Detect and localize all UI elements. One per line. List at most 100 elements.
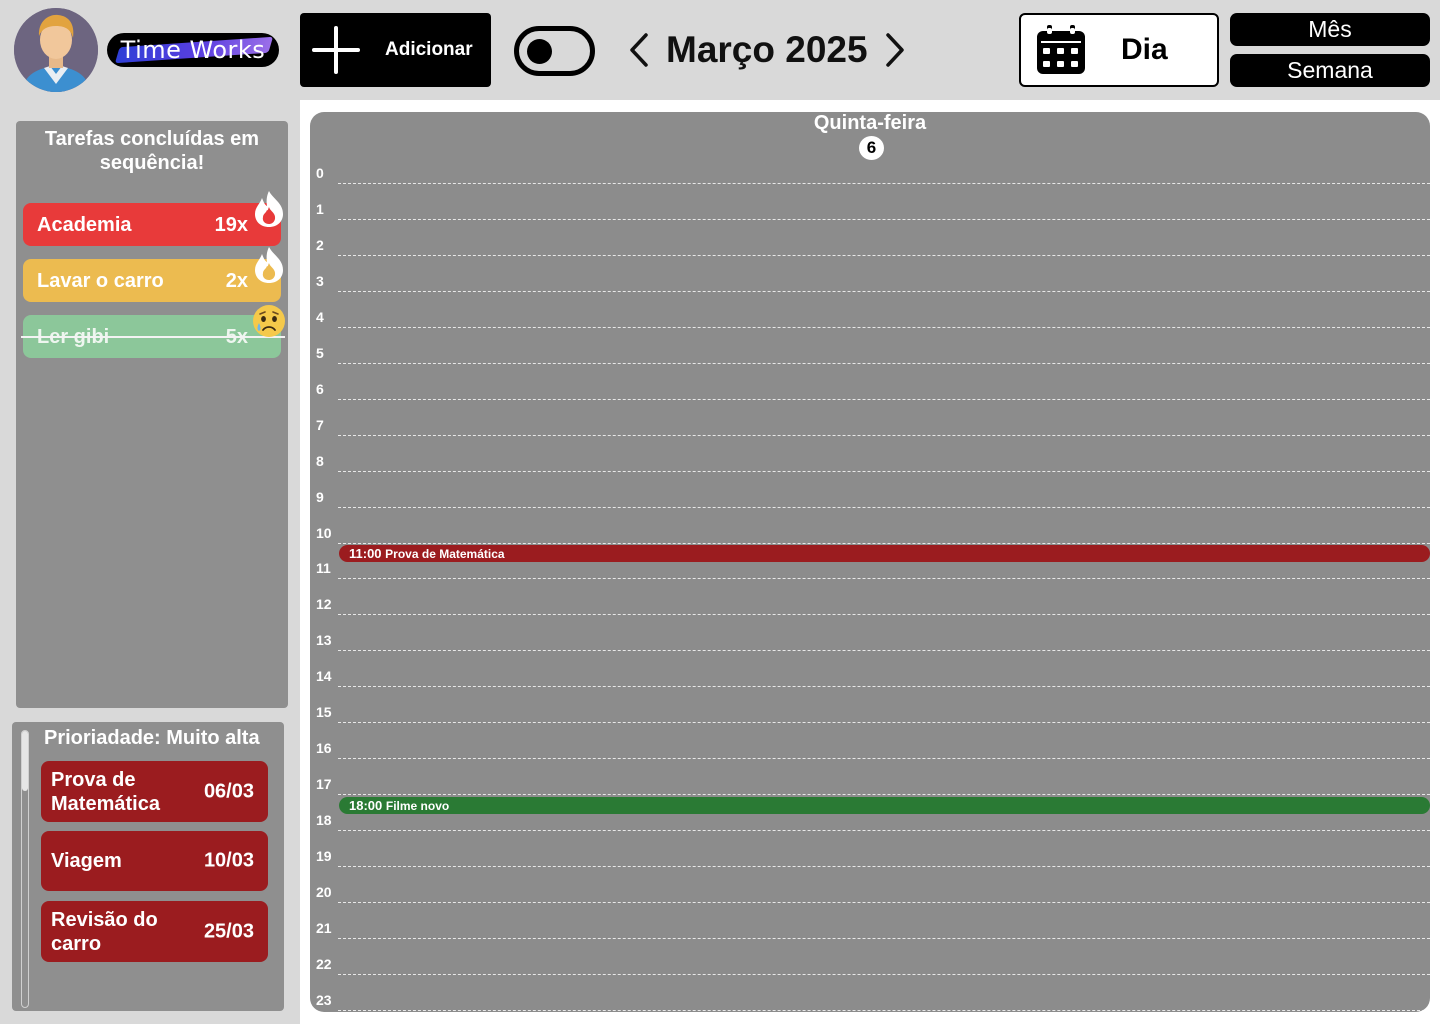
- fire-icon: [255, 247, 283, 283]
- chevron-left-icon: [630, 33, 648, 67]
- hour-label: 2: [316, 236, 324, 253]
- hour-label: 14: [316, 668, 332, 685]
- event-title: Filme novo: [385, 799, 450, 813]
- view-day-button[interactable]: Dia: [1019, 13, 1219, 87]
- hour-row[interactable]: 0: [310, 148, 1430, 184]
- calendar-event[interactable]: 11:00 Prova de Matemática: [339, 545, 1430, 562]
- hour-row[interactable]: 2: [310, 220, 1430, 256]
- hour-label: 18: [316, 812, 332, 829]
- view-day-label: Dia: [1121, 33, 1168, 66]
- hour-label: 20: [316, 884, 332, 900]
- hour-row[interactable]: 7: [310, 400, 1430, 436]
- hour-row[interactable]: 22: [310, 939, 1430, 975]
- strikethrough-line: [21, 336, 285, 338]
- hour-row[interactable]: 23: [310, 975, 1430, 1011]
- streak-item[interactable]: Academia 19x: [23, 191, 283, 246]
- hour-label: 10: [316, 524, 332, 541]
- hour-row[interactable]: 5: [310, 328, 1430, 364]
- theme-toggle[interactable]: [514, 26, 595, 76]
- next-month-button[interactable]: [878, 28, 912, 72]
- priority-task-date: 10/03: [203, 849, 254, 872]
- hour-label: 17: [316, 776, 332, 793]
- hour-row[interactable]: 20: [310, 867, 1430, 903]
- plus-icon: [310, 24, 362, 76]
- hour-label: 16: [316, 740, 332, 757]
- hour-label: 0: [316, 165, 324, 181]
- hour-label: 23: [316, 991, 332, 1008]
- hour-label: 13: [316, 632, 332, 649]
- hour-label: 7: [316, 416, 324, 433]
- app-logo: Time Works: [107, 33, 279, 67]
- chevron-right-icon: [885, 33, 904, 67]
- add-button-label: Adicionar: [385, 39, 473, 60]
- hour-row[interactable]: 15: [310, 687, 1430, 724]
- hour-label: 12: [316, 596, 332, 613]
- app-name: Time Works: [120, 36, 266, 64]
- hour-label: 15: [316, 704, 332, 721]
- user-avatar[interactable]: [14, 8, 98, 92]
- hour-label: 19: [316, 848, 332, 865]
- hour-divider: [338, 1009, 1430, 1011]
- hour-label: 5: [316, 344, 324, 361]
- month-navigation: Março 2025: [622, 28, 912, 72]
- hour-label: 9: [316, 488, 324, 505]
- hour-row[interactable]: 14: [310, 651, 1430, 688]
- hour-label: 8: [316, 452, 324, 469]
- streak-panel-title: Tarefas concluídas em sequência!: [44, 128, 260, 174]
- hour-label: 3: [316, 272, 324, 289]
- add-button[interactable]: Adicionar: [300, 13, 491, 87]
- priority-task-name: Prova de Matemática: [51, 768, 160, 815]
- priority-task-item[interactable]: Prova de Matemática 06/03: [41, 761, 268, 822]
- priority-task-name: Viagem: [51, 850, 122, 872]
- event-time: 11:00: [349, 546, 382, 561]
- streak-name: Lavar o carro: [37, 270, 164, 292]
- hour-label: 11: [316, 560, 331, 577]
- hour-row[interactable]: 13: [310, 615, 1430, 652]
- hour-row[interactable]: 9: [310, 472, 1430, 508]
- hour-row[interactable]: 17: [310, 759, 1430, 796]
- scrollbar-thumb[interactable]: [22, 731, 28, 791]
- event-title: Prova de Matemática: [385, 547, 505, 561]
- hour-row[interactable]: 3: [310, 256, 1430, 292]
- streak-name: Academia: [37, 214, 132, 236]
- sad-face-icon: [253, 305, 285, 337]
- priority-panel: Prioriadade: Muito alta Prova de Matemát…: [12, 722, 284, 1011]
- priority-task-date: 06/03: [203, 780, 254, 802]
- person-icon: [14, 8, 98, 92]
- streak-panel: Tarefas concluídas em sequência! Academi…: [16, 121, 288, 708]
- hour-row[interactable]: 8: [310, 436, 1430, 472]
- priority-task-item[interactable]: Viagem 10/03: [41, 831, 268, 891]
- calendar-event[interactable]: 18:00 Filme novo: [339, 797, 1430, 814]
- hour-row[interactable]: 16: [310, 723, 1430, 760]
- hour-row[interactable]: 10: [310, 508, 1430, 544]
- hour-row[interactable]: 6: [310, 364, 1430, 400]
- priority-scrollbar[interactable]: [21, 730, 29, 1008]
- priority-task-date: 25/03: [203, 920, 254, 942]
- toggle-knob: [527, 39, 552, 64]
- view-month-button[interactable]: Mês: [1230, 13, 1430, 46]
- hour-label: 6: [316, 380, 324, 397]
- priority-task-item[interactable]: Revisão do carro 25/03: [41, 901, 268, 962]
- hour-row[interactable]: 1: [310, 184, 1430, 220]
- priority-task-name: Revisão do carro: [51, 908, 158, 955]
- prev-month-button[interactable]: [622, 28, 656, 72]
- priority-panel-title: Prioriadade: Muito alta: [44, 727, 260, 749]
- hour-row[interactable]: 4: [310, 292, 1430, 328]
- hour-label: 1: [316, 200, 324, 217]
- event-time: 18:00: [349, 798, 383, 813]
- hour-label: 21: [316, 919, 332, 936]
- streak-item[interactable]: Ler gibi 5x: [21, 305, 285, 358]
- hour-label: 22: [316, 955, 332, 972]
- hour-row[interactable]: 12: [310, 579, 1430, 616]
- day-weekday: Quinta-feira: [813, 112, 927, 134]
- month-title: Março 2025: [666, 29, 868, 70]
- hour-label: 4: [316, 308, 324, 325]
- streak-count: 2x: [225, 270, 248, 292]
- day-view: Quinta-feira 6 0 1 2 3 4 5 6 7 8 9 10 11 12 13 14 15 16 1…: [310, 112, 1430, 1012]
- view-week-button[interactable]: Semana: [1230, 54, 1430, 87]
- streak-item[interactable]: Lavar o carro 2x: [23, 247, 283, 302]
- streak-count: 19x: [214, 214, 248, 236]
- hour-row[interactable]: 21: [310, 903, 1430, 939]
- hour-row[interactable]: 19: [310, 831, 1430, 868]
- fire-icon: [255, 191, 283, 227]
